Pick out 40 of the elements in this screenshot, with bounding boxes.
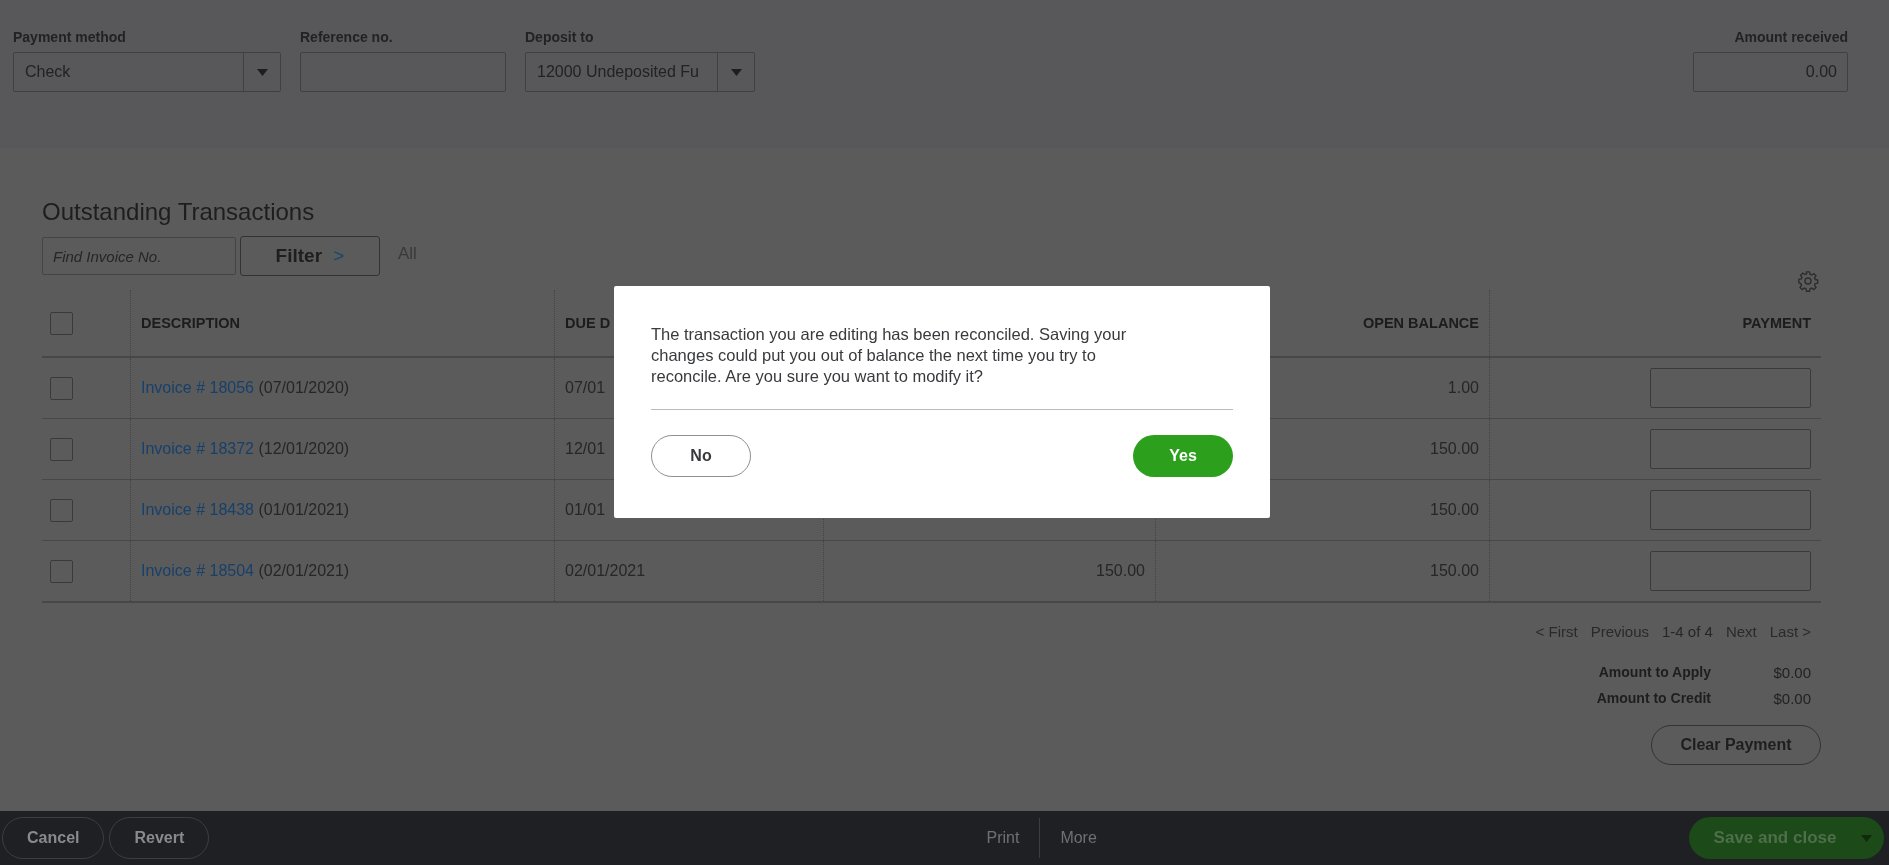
footer-link[interactable]: Print bbox=[986, 829, 1020, 847]
input-field[interactable] bbox=[300, 52, 506, 92]
filter-button[interactable]: Filter > bbox=[240, 236, 380, 276]
total-label: Amount to Credit bbox=[1595, 690, 1711, 707]
column-header: DUE D bbox=[565, 315, 611, 331]
section-title: Outstanding Transactions bbox=[42, 198, 315, 226]
checkbox[interactable] bbox=[50, 498, 73, 522]
payment-field[interactable] bbox=[1650, 551, 1811, 591]
caret-icon bbox=[256, 68, 268, 76]
payment-field[interactable] bbox=[1650, 490, 1811, 530]
payment-field[interactable] bbox=[1650, 368, 1811, 408]
total-value: $0.00 bbox=[1772, 664, 1811, 681]
invoice-link[interactable]: Invoice # 18504 bbox=[141, 562, 254, 579]
checkbox[interactable] bbox=[50, 376, 73, 400]
no-button[interactable]: No bbox=[651, 435, 751, 477]
payment-field[interactable] bbox=[1650, 429, 1811, 469]
dropdown-field[interactable]: Check bbox=[13, 52, 281, 92]
field-label: Deposit to bbox=[525, 29, 595, 45]
column-header: PAYMENT bbox=[1742, 315, 1811, 331]
field-label: Reference no. bbox=[300, 29, 394, 45]
invoice-link[interactable]: Invoice # 18056 bbox=[141, 379, 254, 396]
caret-icon bbox=[730, 68, 742, 76]
checkbox[interactable] bbox=[50, 559, 73, 583]
dialog-message: The transaction you are editing has been reconciled. Saving your changes could put you out of balance the next time you try to reconcile. Are you sure you want to modify it? bbox=[651, 324, 1128, 387]
settings-icon[interactable] bbox=[1797, 270, 1819, 292]
column-header: OPEN BALANCE bbox=[1363, 315, 1479, 331]
amount-field[interactable]: 0.00 bbox=[1693, 52, 1848, 92]
footer-link[interactable]: More bbox=[1060, 829, 1097, 847]
field-label: Amount received bbox=[1733, 29, 1848, 45]
checkbox[interactable] bbox=[50, 437, 73, 461]
total-label: Amount to Apply bbox=[1597, 664, 1711, 681]
field-label: Payment method bbox=[13, 29, 127, 45]
invoice-link[interactable]: Invoice # 18372 bbox=[141, 440, 254, 457]
dropdown-field[interactable]: 12000 Undeposited Fu bbox=[525, 52, 755, 92]
column-header: DESCRIPTION bbox=[141, 315, 241, 331]
yes-button[interactable]: Yes bbox=[1133, 435, 1233, 477]
total-value: $0.00 bbox=[1772, 690, 1811, 707]
checkbox[interactable] bbox=[50, 311, 73, 335]
caret-icon bbox=[1861, 834, 1872, 842]
invoice-link[interactable]: Invoice # 18438 bbox=[141, 501, 254, 518]
